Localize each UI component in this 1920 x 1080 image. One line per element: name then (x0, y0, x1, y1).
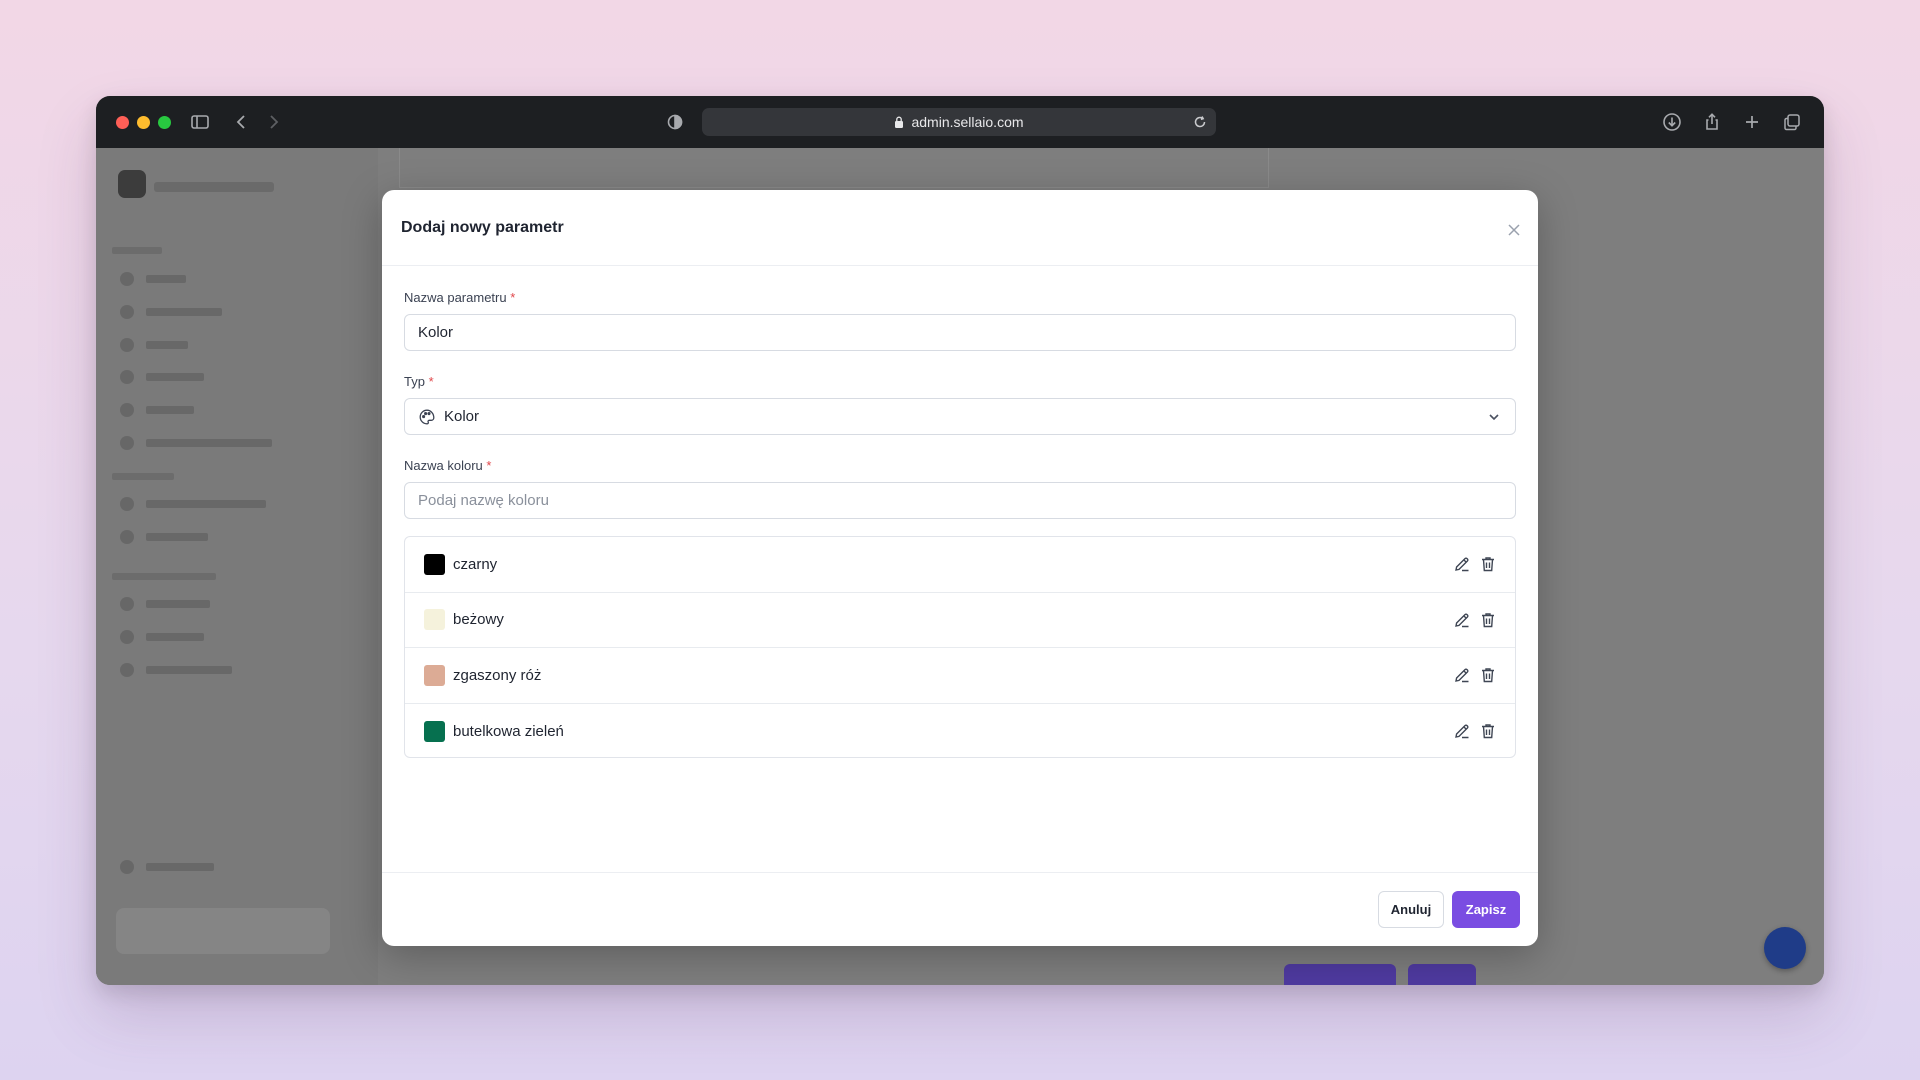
browser-window: admin.sellaio.com Dodaj nowy parametr Na… (96, 96, 1824, 985)
close-window-button[interactable] (116, 116, 129, 129)
background-button (1408, 964, 1476, 985)
color-name: czarny (453, 555, 498, 573)
edit-icon[interactable] (1453, 666, 1471, 684)
forward-icon[interactable] (262, 111, 284, 133)
sidebar-item (120, 436, 272, 450)
sidebar-item (120, 860, 214, 874)
url-text: admin.sellaio.com (911, 114, 1024, 130)
modal-title: Dodaj nowy parametr (401, 219, 564, 236)
app-sidebar (96, 148, 378, 985)
modal-footer: Anuluj Zapisz (382, 872, 1538, 946)
parameter-name-label: Nazwa parametru * (404, 290, 516, 305)
tab-overview-icon[interactable] (1781, 111, 1803, 133)
sidebar-section (112, 573, 216, 580)
color-swatch (424, 609, 445, 631)
color-name: butelkowa zieleń (453, 722, 564, 740)
color-swatch (424, 664, 445, 686)
browser-titlebar: admin.sellaio.com (96, 96, 1824, 148)
type-select[interactable]: Kolor (404, 398, 1516, 435)
lock-icon (895, 116, 904, 128)
minimize-window-button[interactable] (137, 116, 150, 129)
edit-icon[interactable] (1453, 722, 1471, 740)
palette-icon (419, 409, 435, 424)
new-tab-icon[interactable] (1741, 111, 1763, 133)
color-swatch (424, 553, 445, 575)
sidebar-item (120, 497, 266, 511)
window-controls (116, 116, 171, 129)
color-list-item: beżowy (405, 593, 1515, 648)
sidebar-item (120, 305, 222, 319)
type-select-value: Kolor (444, 408, 480, 425)
sidebar-item (120, 403, 194, 417)
color-list-item: butelkowa zieleń (405, 704, 1515, 758)
sidebar-item (120, 338, 188, 352)
trash-icon[interactable] (1479, 555, 1497, 573)
chat-widget-button (1764, 927, 1806, 969)
sidebar-item (120, 272, 186, 286)
save-button[interactable]: Zapisz (1452, 891, 1520, 928)
edit-icon[interactable] (1453, 555, 1471, 573)
close-icon[interactable] (1506, 222, 1522, 238)
color-name-label: Nazwa koloru * (404, 458, 492, 473)
trash-icon[interactable] (1479, 611, 1497, 629)
back-icon[interactable] (231, 111, 253, 133)
sidebar-toggle-icon[interactable] (189, 111, 211, 133)
maximize-window-button[interactable] (158, 116, 171, 129)
trash-icon[interactable] (1479, 666, 1497, 684)
color-name: beżowy (453, 611, 504, 629)
required-mark: * (486, 458, 492, 473)
color-name: zgaszony róż (453, 666, 542, 684)
color-name-placeholder: Podaj nazwę koloru (418, 492, 549, 509)
background-table (399, 148, 1269, 188)
sidebar-item (120, 630, 204, 644)
share-icon[interactable] (1701, 111, 1723, 133)
color-name-input[interactable]: Podaj nazwę koloru (404, 482, 1516, 519)
parameter-name-value: Kolor (418, 324, 454, 341)
cancel-button[interactable]: Anuluj (1378, 891, 1444, 928)
color-list-item: czarny (405, 537, 1515, 593)
color-swatch (424, 720, 445, 742)
add-parameter-modal: Dodaj nowy parametr Nazwa parametru * Ko… (382, 190, 1538, 946)
edit-icon[interactable] (1453, 611, 1471, 629)
trash-icon[interactable] (1479, 722, 1497, 740)
modal-header: Dodaj nowy parametr (382, 190, 1538, 266)
required-mark: * (510, 290, 516, 305)
reload-icon[interactable] (1192, 114, 1208, 130)
sidebar-item (120, 597, 210, 611)
sidebar-item (120, 370, 204, 384)
type-label: Typ * (404, 374, 434, 389)
app-logo (118, 170, 146, 198)
user-menu (116, 908, 330, 954)
brand-placeholder (154, 182, 274, 192)
chevron-down-icon (1489, 414, 1499, 421)
color-list-item: zgaszony róż (405, 648, 1515, 704)
sidebar-section (112, 473, 174, 480)
background-button (1284, 964, 1396, 985)
address-bar[interactable]: admin.sellaio.com (702, 108, 1216, 136)
privacy-shield-icon[interactable] (664, 111, 686, 133)
sidebar-section (112, 247, 162, 254)
sidebar-item (120, 530, 208, 544)
required-mark: * (428, 374, 434, 389)
parameter-name-input[interactable]: Kolor (404, 314, 1516, 351)
sidebar-item (120, 663, 232, 677)
color-list: czarny beżowy zgaszony róż butelkowa zie… (404, 536, 1516, 758)
download-icon[interactable] (1661, 111, 1683, 133)
